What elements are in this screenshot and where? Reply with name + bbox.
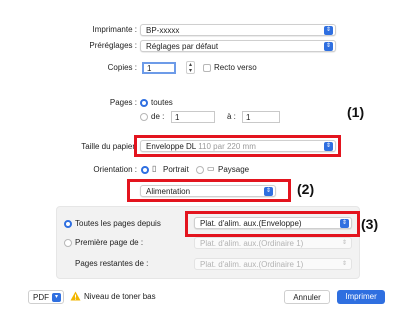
landscape-radio[interactable] xyxy=(196,166,204,174)
remaining-pages-label: Pages restantes de : xyxy=(75,259,149,268)
warning-icon xyxy=(70,291,81,301)
cancel-button[interactable]: Annuler xyxy=(284,290,330,304)
presets-label: Préréglages : xyxy=(89,41,137,50)
paper-size-dimensions: 110 par 220 mm xyxy=(198,142,256,151)
portrait-icon: ▯ xyxy=(152,164,157,173)
duplex-checkbox[interactable] xyxy=(203,64,211,72)
printer-popup[interactable]: BP-xxxxx ⇕ xyxy=(140,24,336,36)
paper-size-popup[interactable]: Enveloppe DL 110 par 220 mm ⇕ xyxy=(140,140,336,152)
printer-label: Imprimante : xyxy=(92,25,137,34)
pages-label: Pages : xyxy=(109,98,137,107)
paper-size-label: Taille du papier xyxy=(81,142,135,151)
first-page-source-popup[interactable]: Plat. d'alim. aux.(Ordinaire 1) ⇕ xyxy=(194,237,352,249)
section-menu-value: Alimentation xyxy=(146,187,191,196)
toner-warning-text: Niveau de toner bas xyxy=(84,292,156,301)
chevron-updown-icon: ⇕ xyxy=(341,240,348,246)
chevron-updown-icon: ⇕ xyxy=(324,142,333,151)
pages-to-field[interactable]: 1 xyxy=(242,111,280,123)
section-menu-popup[interactable]: Alimentation ⇕ xyxy=(140,185,276,197)
portrait-radio[interactable] xyxy=(141,166,149,174)
copies-field[interactable]: 1 xyxy=(142,62,176,74)
all-pages-source-value: Plat. d'alim. aux.(Enveloppe) xyxy=(200,219,302,228)
pages-to-label: à : xyxy=(227,112,236,121)
presets-value: Réglages par défaut xyxy=(146,42,219,51)
chevron-updown-icon: ⇕ xyxy=(324,26,333,35)
pages-from-label: de : xyxy=(151,112,165,121)
presets-popup[interactable]: Réglages par défaut ⇕ xyxy=(140,40,336,52)
pages-range-radio[interactable] xyxy=(140,113,148,121)
first-page-label: Première page de : xyxy=(75,238,144,247)
all-pages-from-radio[interactable] xyxy=(64,220,72,228)
chevron-updown-icon: ⇕ xyxy=(341,261,348,267)
pdf-label: PDF xyxy=(33,293,49,302)
copies-stepper[interactable]: ▴ ▾ xyxy=(186,61,195,74)
remaining-pages-source-value: Plat. d'alim. aux.(Ordinaire 1) xyxy=(200,260,304,269)
chevron-updown-icon: ⇕ xyxy=(324,42,333,51)
callout-3: (3) xyxy=(361,216,379,232)
callout-2: (2) xyxy=(297,181,315,197)
first-page-source-value: Plat. d'alim. aux.(Ordinaire 1) xyxy=(200,239,304,248)
pages-all-label: toutes xyxy=(151,98,173,107)
orientation-label: Orientation : xyxy=(93,165,137,174)
stepper-down-icon: ▾ xyxy=(188,68,192,74)
all-pages-from-label: Toutes les pages depuis xyxy=(75,219,161,228)
first-page-radio[interactable] xyxy=(64,239,72,247)
remaining-pages-source-popup[interactable]: Plat. d'alim. aux.(Ordinaire 1) ⇕ xyxy=(194,258,352,270)
chevron-updown-icon: ⇕ xyxy=(340,219,349,228)
callout-1: (1) xyxy=(347,104,365,120)
all-pages-source-popup[interactable]: Plat. d'alim. aux.(Enveloppe) ⇕ xyxy=(194,217,352,229)
landscape-icon: ▭ xyxy=(207,164,215,173)
printer-value: BP-xxxxx xyxy=(146,26,180,35)
copies-label: Copies : xyxy=(107,63,137,72)
pdf-menu-button[interactable]: PDF ▾ xyxy=(28,290,64,304)
duplex-label: Recto verso xyxy=(214,63,257,72)
landscape-label: Paysage xyxy=(218,165,250,174)
pages-all-radio[interactable] xyxy=(140,99,148,107)
chevron-updown-icon: ⇕ xyxy=(264,187,273,196)
portrait-label: Portrait xyxy=(163,165,189,174)
paper-size-value: Enveloppe DL xyxy=(146,142,196,151)
pages-from-field[interactable]: 1 xyxy=(171,111,215,123)
chevron-down-icon: ▾ xyxy=(52,293,61,302)
print-button[interactable]: Imprimer xyxy=(337,290,385,304)
